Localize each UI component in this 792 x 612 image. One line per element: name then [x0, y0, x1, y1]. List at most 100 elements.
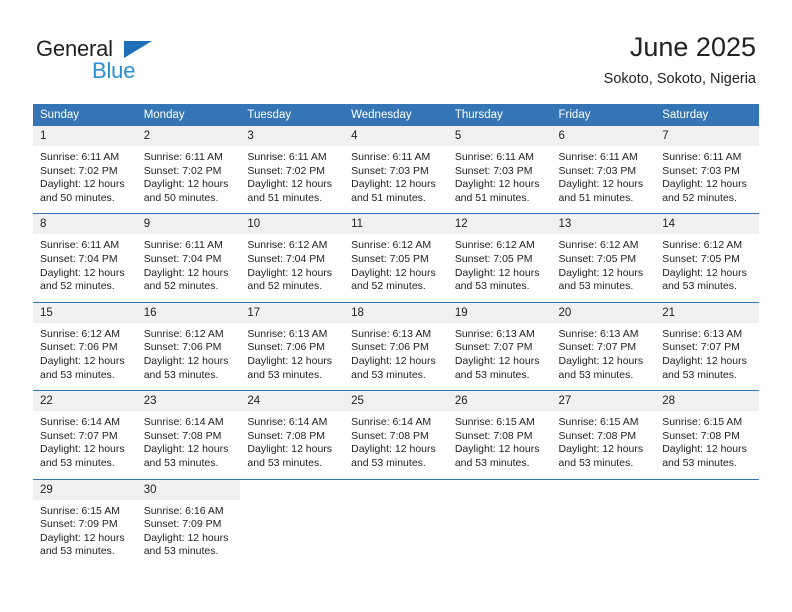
weekday-header-thursday: Thursday: [447, 104, 552, 126]
day-details: Sunrise: 6:11 AM Sunset: 7:03 PM Daylight:…: [344, 146, 448, 213]
sunrise-text: Sunrise: 6:11 AM: [143, 239, 223, 252]
daylight-text-line1: Daylight: 12 hours: [662, 178, 747, 191]
day-details: Sunrise: 6:14 AM Sunset: 7:08 PM Daylight:…: [344, 411, 448, 478]
day-details: Sunrise: 6:12 AM Sunset: 7:05 PM Daylight:…: [552, 234, 656, 301]
sunset-text: Sunset: 7:07 PM: [662, 341, 740, 354]
sunset-text: Sunset: 7:06 PM: [351, 341, 429, 354]
daylight-text-line2: and 53 minutes.: [247, 456, 323, 469]
day-number: 29: [33, 479, 137, 500]
day-number: 13: [551, 214, 656, 235]
day-details: Sunrise: 6:15 AM Sunset: 7:08 PM Daylight:…: [655, 411, 759, 478]
calendar-day-cell[interactable]: 17 Sunrise: 6:13 AM Sunset: 7:06 PM Dayligh…: [240, 301, 345, 391]
calendar-day-cell[interactable]: 13 Sunrise: 6:12 AM Sunset: 7:05 PM Dayligh…: [551, 213, 656, 303]
calendar-day-cell[interactable]: 15 Sunrise: 6:12 AM Sunset: 7:06 PM Dayligh…: [33, 301, 137, 391]
daylight-text-line2: and 52 minutes.: [351, 280, 426, 293]
calendar-day-cell[interactable]: 2 Sunrise: 6:11 AM Sunset: 7:02 PM Daylight…: [136, 126, 241, 214]
calendar-day-cell[interactable]: 19 Sunrise: 6:13 AM Sunset: 7:07 PM Dayligh…: [447, 301, 552, 391]
calendar-day-cell[interactable]: 26 Sunrise: 6:15 AM Sunset: 7:08 PM Dayligh…: [447, 390, 552, 479]
sunset-text: Sunset: 7:04 PM: [143, 252, 222, 265]
sunset-text: Sunset: 7:05 PM: [454, 252, 533, 265]
daylight-text-line1: Daylight: 12 hours: [247, 178, 333, 191]
daylight-text-line2: and 51 minutes.: [454, 191, 530, 204]
daylight-text-line1: Daylight: 12 hours: [247, 266, 333, 279]
sunrise-text: Sunrise: 6:11 AM: [662, 151, 742, 163]
day-number: 21: [655, 302, 759, 323]
calendar-day-cell[interactable]: 23 Sunrise: 6:14 AM Sunset: 7:08 PM Dayligh…: [136, 390, 241, 479]
day-number: 24: [240, 391, 345, 412]
calendar-day-cell[interactable]: 5 Sunrise: 6:11 AM Sunset: 7:03 PM Daylight…: [447, 126, 552, 214]
day-number: 16: [136, 302, 241, 323]
calendar-day-cell[interactable]: 21 Sunrise: 6:13 AM Sunset: 7:07 PM Dayligh…: [655, 301, 759, 391]
sunrise-text: Sunrise: 6:15 AM: [558, 416, 639, 429]
calendar-container: Sunday Monday Tuesday Wednesday Thursday…: [33, 104, 759, 567]
daylight-text-line2: and 53 minutes.: [558, 368, 634, 381]
general-blue-logo: General Blue: [36, 36, 236, 84]
sunrise-text: Sunrise: 6:15 AM: [40, 504, 120, 517]
daylight-text-line1: Daylight: 12 hours: [351, 266, 436, 279]
calendar-day-cell[interactable]: 28 Sunrise: 6:15 AM Sunset: 7:08 PM Dayligh…: [655, 390, 759, 479]
daylight-text-line1: Daylight: 12 hours: [454, 354, 540, 367]
calendar-day-cell[interactable]: 30 Sunrise: 6:16 AM Sunset: 7:09 PM Dayligh…: [136, 478, 241, 567]
daylight-text-line2: and 53 minutes.: [558, 280, 634, 293]
calendar-day-cell[interactable]: 8 Sunrise: 6:11 AM Sunset: 7:04 PM Daylight…: [33, 213, 137, 303]
calendar-day-cell[interactable]: 20 Sunrise: 6:13 AM Sunset: 7:07 PM Dayligh…: [551, 301, 656, 391]
daylight-text-line2: and 53 minutes.: [351, 456, 426, 469]
day-number: 18: [344, 302, 448, 323]
calendar-day-cell[interactable]: 7 Sunrise: 6:11 AM Sunset: 7:03 PM Daylight…: [655, 126, 759, 214]
sunset-text: Sunset: 7:08 PM: [247, 429, 326, 442]
calendar-day-cell[interactable]: 24 Sunrise: 6:14 AM Sunset: 7:08 PM Dayligh…: [240, 390, 345, 479]
daylight-text-line2: and 53 minutes.: [662, 368, 737, 381]
calendar-day-cell[interactable]: 12 Sunrise: 6:12 AM Sunset: 7:05 PM Dayligh…: [447, 213, 552, 303]
sunset-text: Sunset: 7:03 PM: [558, 164, 637, 177]
day-details: Sunrise: 6:11 AM Sunset: 7:03 PM Daylight:…: [655, 146, 759, 213]
daylight-text-line2: and 53 minutes.: [454, 280, 530, 293]
daylight-text-line2: and 53 minutes.: [143, 368, 219, 381]
sunset-text: Sunset: 7:04 PM: [40, 252, 118, 265]
day-details: Sunrise: 6:14 AM Sunset: 7:07 PM Daylight:…: [33, 411, 137, 478]
weekday-header-sunday: Sunday: [33, 104, 137, 126]
calendar-day-cell[interactable]: 25 Sunrise: 6:14 AM Sunset: 7:08 PM Dayligh…: [344, 390, 448, 479]
calendar-day-cell[interactable]: 1 Sunrise: 6:11 AM Sunset: 7:02 PM Daylight…: [33, 126, 137, 214]
day-number: 11: [344, 214, 448, 235]
daylight-text-line1: Daylight: 12 hours: [40, 178, 125, 191]
calendar-day-cell[interactable]: 4 Sunrise: 6:11 AM Sunset: 7:03 PM Daylight…: [344, 126, 448, 214]
calendar-day-cell[interactable]: 22 Sunrise: 6:14 AM Sunset: 7:07 PM Dayligh…: [33, 390, 137, 479]
sunrise-text: Sunrise: 6:12 AM: [558, 239, 639, 252]
calendar-day-cell[interactable]: 18 Sunrise: 6:13 AM Sunset: 7:06 PM Dayligh…: [344, 301, 448, 391]
sunrise-text: Sunrise: 6:11 AM: [454, 151, 534, 163]
day-number: 20: [551, 302, 656, 323]
calendar-day-cell[interactable]: 14 Sunrise: 6:12 AM Sunset: 7:05 PM Dayligh…: [655, 213, 759, 303]
calendar-day-cell[interactable]: 29 Sunrise: 6:15 AM Sunset: 7:09 PM Dayligh…: [33, 478, 137, 567]
sunrise-text: Sunrise: 6:14 AM: [247, 416, 328, 429]
calendar-day-cell[interactable]: 3 Sunrise: 6:11 AM Sunset: 7:02 PM Daylight…: [240, 126, 345, 214]
calendar-day-cell[interactable]: 10 Sunrise: 6:12 AM Sunset: 7:04 PM Dayligh…: [240, 213, 345, 303]
sunset-text: Sunset: 7:04 PM: [247, 252, 326, 265]
day-number: 4: [344, 126, 448, 146]
day-number: 6: [551, 126, 656, 146]
calendar-day-cell[interactable]: 6 Sunrise: 6:11 AM Sunset: 7:03 PM Daylight…: [551, 126, 656, 214]
daylight-text-line1: Daylight: 12 hours: [558, 354, 644, 367]
daylight-text-line1: Daylight: 12 hours: [558, 266, 644, 279]
daylight-text-line2: and 53 minutes.: [351, 368, 426, 381]
day-details: Sunrise: 6:12 AM Sunset: 7:04 PM Daylight:…: [240, 234, 344, 301]
sunset-text: Sunset: 7:08 PM: [558, 429, 637, 442]
sunset-text: Sunset: 7:06 PM: [40, 341, 118, 354]
day-details: Sunrise: 6:11 AM Sunset: 7:03 PM Daylight:…: [552, 146, 656, 213]
calendar-day-cell[interactable]: 16 Sunrise: 6:12 AM Sunset: 7:06 PM Dayligh…: [136, 301, 241, 391]
sunrise-text: Sunrise: 6:12 AM: [662, 239, 743, 252]
sunrise-text: Sunrise: 6:11 AM: [247, 151, 327, 163]
calendar-day-cell[interactable]: 9 Sunrise: 6:11 AM Sunset: 7:04 PM Daylight…: [136, 213, 241, 303]
sunset-text: Sunset: 7:06 PM: [247, 341, 326, 354]
calendar-body: 1 Sunrise: 6:11 AM Sunset: 7:02 PM Daylight…: [33, 126, 759, 567]
day-details: Sunrise: 6:13 AM Sunset: 7:06 PM Daylight:…: [344, 323, 448, 390]
calendar-day-cell[interactable]: 11 Sunrise: 6:12 AM Sunset: 7:05 PM Dayligh…: [344, 213, 448, 303]
page-subtitle: Sokoto, Sokoto, Nigeria: [603, 71, 756, 87]
weekday-header-tuesday: Tuesday: [240, 104, 345, 126]
sunrise-text: Sunrise: 6:11 AM: [40, 239, 120, 252]
calendar-day-cell[interactable]: 27 Sunrise: 6:15 AM Sunset: 7:08 PM Dayligh…: [551, 390, 656, 479]
daylight-text-line1: Daylight: 12 hours: [143, 354, 229, 367]
day-details: Sunrise: 6:11 AM Sunset: 7:04 PM Daylight:…: [33, 234, 137, 301]
sunrise-text: Sunrise: 6:15 AM: [454, 416, 535, 429]
sunrise-text: Sunrise: 6:11 AM: [351, 151, 431, 163]
daylight-text-line1: Daylight: 12 hours: [351, 354, 436, 367]
